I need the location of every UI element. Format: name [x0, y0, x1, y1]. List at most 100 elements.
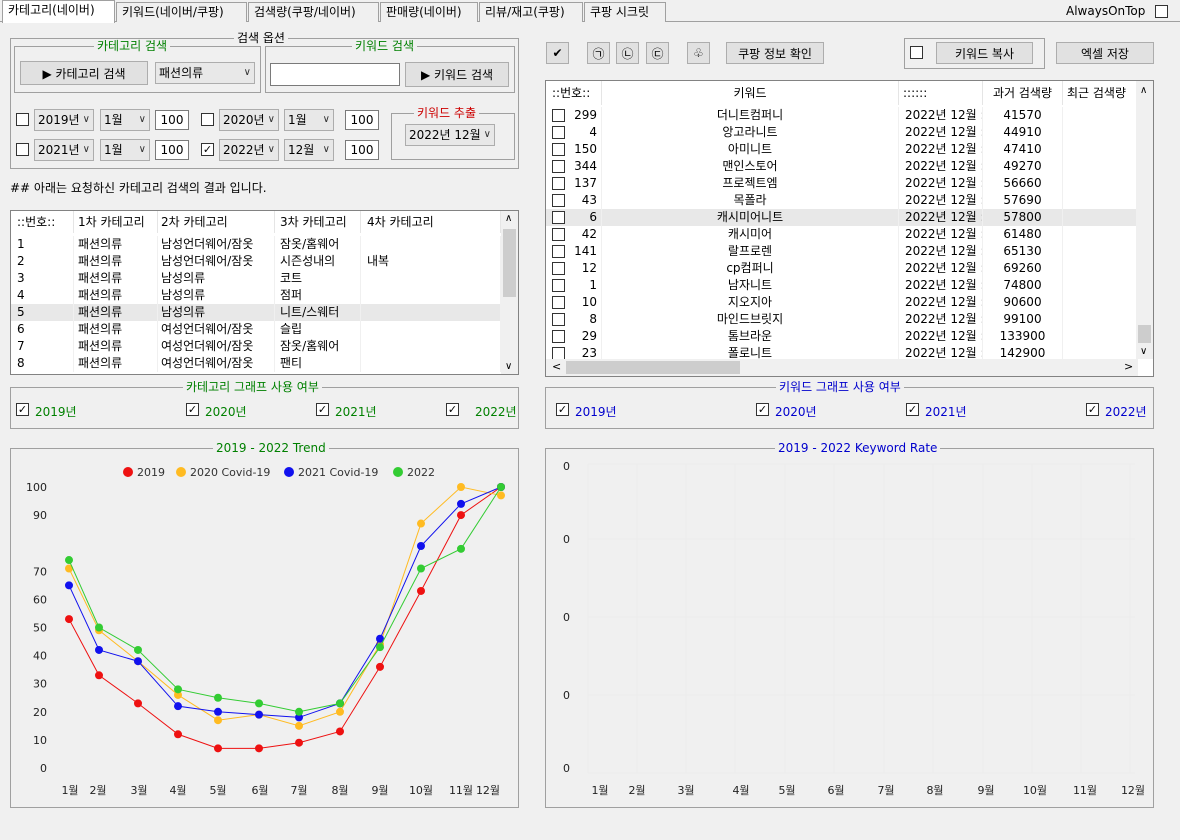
range-2022-year-select[interactable]: 2022년 ∨ [219, 139, 279, 161]
col-header-cat1[interactable]: 1차 카테고리 [74, 211, 158, 233]
keyword-table-row[interactable]: 10 지오지아 2022년 12월 :90600 [546, 294, 1138, 311]
category-table-row[interactable]: 1 패션의류 남성언더웨어/잠옷 잠옷/홈웨어 [11, 236, 501, 253]
scroll-down-icon[interactable]: ∨ [1140, 346, 1147, 357]
keyword-extract-select[interactable]: 2022년 12월 ∨ [405, 124, 495, 146]
excel-save-button[interactable]: 엑셀 저장 [1056, 42, 1154, 64]
keyword-table-row[interactable]: 43 목폴라 2022년 12월 :57690 [546, 192, 1138, 209]
keyword-row-checkbox[interactable] [552, 296, 565, 309]
range-2021-count-input[interactable]: 100 [155, 140, 189, 160]
keyword-row-checkbox[interactable] [552, 109, 565, 122]
keyword-row-checkbox[interactable] [552, 228, 565, 241]
keyword-row-checkbox[interactable] [552, 313, 565, 326]
tab-coupang-secret[interactable]: 쿠팡 시크릿 [584, 2, 666, 22]
range-2021-year-select[interactable]: 2021년 ∨ [34, 139, 94, 161]
kw-graph-2019-checkbox[interactable]: ✓ [556, 403, 569, 416]
category-search-button[interactable]: ▶ 카테고리 검색 [20, 61, 148, 85]
keyword-row-checkbox[interactable] [552, 126, 565, 139]
category-table-row[interactable]: 8 패션의류 여성언더웨어/잠옷 팬티 [11, 355, 501, 372]
keyword-row-checkbox[interactable] [552, 330, 565, 343]
range-2022-count-input[interactable]: 100 [345, 140, 379, 160]
keyword-table-row[interactable]: 344 맨인스토어 2022년 12월 :49270 [546, 158, 1138, 175]
category-select[interactable]: 패션의류 ∨ [155, 62, 255, 84]
option1-button[interactable]: ㉠ [587, 42, 610, 64]
scroll-thumb[interactable] [1138, 325, 1151, 343]
col-header-keyword[interactable]: 키워드 [602, 81, 899, 105]
tab-category-naver[interactable]: 카테고리(네이버) [2, 0, 115, 23]
category-table-scrollbar[interactable]: ∧ ∨ [501, 211, 518, 374]
keyword-table-row[interactable]: 299 더니트컴퍼니 2022년 12월 :41570 [546, 107, 1138, 124]
keyword-table-row[interactable]: 4 앙고라니트 2022년 12월 :44910 [546, 124, 1138, 141]
keyword-row-checkbox[interactable] [552, 211, 565, 224]
col-header-cat4[interactable]: 4차 카테고리 [361, 211, 501, 233]
keyword-row-checkbox[interactable] [552, 143, 565, 156]
cat-graph-2020-checkbox[interactable]: ✓ [186, 403, 199, 416]
scroll-left-icon[interactable]: < [552, 360, 561, 373]
check-all-button[interactable]: ✔ [546, 42, 569, 64]
keyword-table-row[interactable]: 42 캐시미어 2022년 12월 :61480 [546, 226, 1138, 243]
kw-graph-2020-checkbox[interactable]: ✓ [756, 403, 769, 416]
range-2019-year-select[interactable]: 2019년 ∨ [34, 109, 94, 131]
keyword-search-button[interactable]: ▶ 키워드 검색 [405, 62, 509, 87]
hscroll-thumb[interactable] [566, 361, 740, 374]
kw-graph-2022-checkbox[interactable]: ✓ [1086, 403, 1099, 416]
clover-button[interactable]: ♧ [687, 42, 710, 64]
tab-keyword[interactable]: 키워드(네이버/쿠팡) [116, 2, 247, 22]
category-table-row[interactable]: 2 패션의류 남성언더웨어/잠옷 시즌성내의 내복 [11, 253, 501, 270]
tab-sales[interactable]: 판매량(네이버) [380, 2, 478, 22]
keyword-copy-button[interactable]: 키워드 복사 [936, 42, 1033, 64]
range-2022-checkbox[interactable]: ✓ [201, 143, 214, 156]
tab-review-stock[interactable]: 리뷰/재고(쿠팡) [479, 2, 583, 22]
cat-graph-2021-checkbox[interactable]: ✓ [316, 403, 329, 416]
kw-graph-2021-checkbox[interactable]: ✓ [906, 403, 919, 416]
category-table-row[interactable]: 6 패션의류 여성언더웨어/잠옷 슬립 [11, 321, 501, 338]
scroll-up-icon[interactable]: ∧ [505, 213, 512, 224]
category-table-row[interactable]: 5 패션의류 남성의류 니트/스웨터 [11, 304, 501, 321]
option3-button[interactable]: ㉢ [646, 42, 669, 64]
keyword-table-hscrollbar[interactable]: < > [546, 359, 1138, 376]
scroll-down-icon[interactable]: ∨ [505, 361, 512, 372]
scroll-thumb[interactable] [503, 229, 516, 297]
cat-graph-2022-checkbox[interactable]: ✓ [446, 403, 459, 416]
keyword-table-row[interactable]: 8 마인드브릿지 2022년 12월 :99100 [546, 311, 1138, 328]
category-table-row[interactable]: 7 패션의류 여성언더웨어/잠옷 잠옷/홈웨어 [11, 338, 501, 355]
scroll-up-icon[interactable]: ∧ [1140, 85, 1147, 96]
range-2019-month-select[interactable]: 1월 ∨ [100, 109, 150, 131]
range-2022-month-select[interactable]: 12월 ∨ [284, 139, 334, 161]
keyword-row-checkbox[interactable] [552, 177, 565, 190]
range-2020-checkbox[interactable] [201, 113, 214, 126]
keyword-table-row[interactable]: 12 cp컴퍼니 2022년 12월 :69260 [546, 260, 1138, 277]
keyword-row-checkbox[interactable] [552, 262, 565, 275]
range-2020-count-input[interactable]: 100 [345, 110, 379, 130]
col-header-cat2[interactable]: 2차 카테고리 [158, 211, 275, 233]
keyword-search-input[interactable] [270, 63, 400, 86]
range-2019-checkbox[interactable] [16, 113, 29, 126]
range-2020-month-select[interactable]: 1월 ∨ [284, 109, 334, 131]
col-header-recent-volume[interactable]: 최근 검색량 [1063, 81, 1138, 105]
tab-search-volume[interactable]: 검색량(쿠팡/네이버) [248, 2, 379, 22]
range-2021-month-select[interactable]: 1월 ∨ [100, 139, 150, 161]
option2-button[interactable]: ㉡ [616, 42, 639, 64]
cat-graph-2019-checkbox[interactable]: ✓ [16, 403, 29, 416]
col-header-date[interactable]: :::::: [899, 81, 983, 105]
col-header-past-volume[interactable]: 과거 검색량 [983, 81, 1063, 105]
category-table-row[interactable]: 3 패션의류 남성의류 코트 [11, 270, 501, 287]
keyword-table-row[interactable]: 29 톰브라운 2022년 12월 :133900 [546, 328, 1138, 345]
keyword-table-row[interactable]: 141 랄프로렌 2022년 12월 :65130 [546, 243, 1138, 260]
keyword-copy-checkbox[interactable] [910, 46, 923, 59]
col-header-cat3[interactable]: 3차 카테고리 [275, 211, 361, 233]
keyword-table-row[interactable]: 6 캐시미어니트 2022년 12월 :57800 [546, 209, 1138, 226]
scroll-right-icon[interactable]: > [1124, 360, 1133, 373]
range-2019-count-input[interactable]: 100 [155, 110, 189, 130]
keyword-row-checkbox[interactable] [552, 194, 565, 207]
coupang-info-button[interactable]: 쿠팡 정보 확인 [726, 42, 824, 64]
keyword-table-row[interactable]: 137 프로젝트엠 2022년 12월 :56660 [546, 175, 1138, 192]
keyword-row-checkbox[interactable] [552, 279, 565, 292]
range-2020-year-select[interactable]: 2020년 ∨ [219, 109, 279, 131]
col-header-no[interactable]: ::번호:: [11, 211, 74, 233]
range-2021-checkbox[interactable] [16, 143, 29, 156]
always-on-top-checkbox[interactable] [1155, 5, 1168, 18]
keyword-row-checkbox[interactable] [552, 160, 565, 173]
keyword-table-row[interactable]: 1 남자니트 2022년 12월 :74800 [546, 277, 1138, 294]
category-table-row[interactable]: 4 패션의류 남성의류 점퍼 [11, 287, 501, 304]
keyword-table-row[interactable]: 150 아미니트 2022년 12월 :47410 [546, 141, 1138, 158]
